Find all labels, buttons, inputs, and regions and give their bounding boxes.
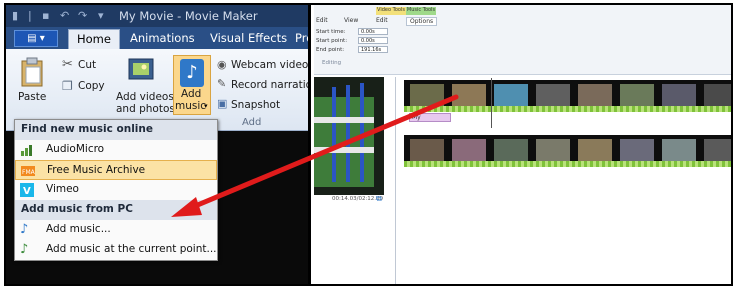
add-music-label-2: music [175, 100, 207, 112]
clip-thumbnail [410, 84, 444, 106]
scissors-icon[interactable]: ✂ [62, 57, 73, 72]
chevron-down-icon: ▾ [204, 102, 208, 110]
field-label-start-point: Start point: [316, 38, 348, 44]
customize-qat-icon[interactable]: ▾ [98, 9, 104, 22]
add-music-dropdown: Find new music online AudioMicro FMA Fre… [14, 119, 218, 261]
clip-thumbnail [662, 139, 696, 161]
menu-item-label: Vimeo [46, 183, 79, 195]
snapshot-icon[interactable]: ▣ [217, 97, 227, 110]
options-ribbon: Video Tools Music Tools Edit View Edit O… [314, 5, 731, 75]
menu-item-label: AudioMicro [46, 143, 105, 155]
tab-edit-truncated[interactable]: Edit [316, 17, 328, 24]
tab-animations[interactable]: Animations [130, 31, 195, 45]
clip-thumbnail [410, 139, 444, 161]
record-narration-button[interactable]: Record narration [231, 79, 308, 91]
menu-item-label: Free Music Archive [47, 164, 146, 176]
clip-thumbnail [620, 84, 654, 106]
clip-thumbnail [578, 139, 612, 161]
context-tab-video-tools: Video Tools [376, 7, 406, 15]
video-clip-strip[interactable] [404, 80, 731, 112]
music-note-icon: ♪ [20, 222, 29, 237]
field-label-end-point: End point: [316, 47, 345, 53]
menu-header-pc: Add music from PC [15, 200, 217, 220]
copy-icon[interactable]: ❐ [62, 79, 73, 93]
menu-item-vimeo[interactable]: V Vimeo [15, 180, 217, 200]
group-label-add: Add [242, 117, 262, 128]
add-music-button[interactable]: ♪ Add music ▾ [173, 55, 211, 115]
paste-button[interactable]: Paste [18, 91, 46, 103]
audiomicro-icon [20, 143, 34, 157]
playhead[interactable] [491, 78, 492, 128]
music-clip[interactable]: My [409, 113, 451, 122]
svg-text:FMA: FMA [22, 169, 35, 176]
video-clip-strip-2[interactable] [404, 135, 731, 167]
clip-thumbnail [452, 139, 486, 161]
timeline-window: Video Tools Music Tools Edit View Edit O… [314, 5, 731, 284]
tab-visual-effects[interactable]: Visual Effects [210, 31, 287, 45]
copy-button[interactable]: Copy [78, 80, 105, 92]
menu-item-label: Add music... [46, 223, 111, 235]
menu-item-add-music-at-point[interactable]: ♪ Add music at the current point... [15, 240, 217, 260]
redo-icon[interactable]: ↷ [78, 9, 87, 22]
fma-icon: FMA [21, 164, 36, 178]
clip-thumbnail [494, 84, 528, 106]
tab-options[interactable]: Options [406, 17, 438, 26]
snapshot-button[interactable]: Snapshot [231, 99, 280, 111]
clip-thumbnail [452, 84, 486, 106]
webcam-icon[interactable]: ◉ [217, 58, 227, 71]
menu-item-free-music-archive[interactable]: FMA Free Music Archive [15, 160, 217, 180]
clip-thumbnail [704, 139, 731, 161]
start-time-input[interactable]: 0.00s [358, 28, 388, 35]
window-title: My Movie - Movie Maker [119, 9, 258, 23]
start-point-input[interactable]: 0.00s [358, 37, 388, 44]
field-label-start-time: Start time: [316, 29, 346, 35]
vimeo-icon: V [20, 183, 34, 197]
paste-icon[interactable] [20, 57, 44, 91]
music-note-point-icon: ♪ [20, 242, 29, 257]
clip-thumbnail [662, 84, 696, 106]
clip-audio-band [404, 161, 731, 167]
pane-divider [395, 77, 396, 284]
clip-audio-band [404, 106, 731, 112]
undo-icon[interactable]: ↶ [60, 9, 69, 22]
menu-item-audiomicro[interactable]: AudioMicro [15, 140, 217, 160]
screenshot-frame: ▮ | ▪ ↶ ↷ ▾ My Movie - Movie Maker ▤ ▾ H… [4, 3, 733, 286]
menu-item-add-music[interactable]: ♪ Add music... [15, 220, 217, 240]
app-icon[interactable]: ▮ [12, 9, 18, 22]
music-note-icon: ♪ [180, 59, 204, 87]
clip-thumbnail [620, 139, 654, 161]
tab-edit[interactable]: Edit [376, 17, 388, 24]
save-icon[interactable]: ▪ [42, 9, 49, 22]
menu-header-online: Find new music online [15, 120, 217, 140]
clip-thumbnail [494, 139, 528, 161]
film-photo-icon[interactable] [128, 57, 154, 85]
cut-button[interactable]: Cut [78, 59, 96, 71]
tab-home[interactable]: Home [68, 29, 120, 49]
tab-project[interactable]: Proj [295, 31, 308, 45]
add-videos-label-2[interactable]: and photos [116, 103, 175, 115]
movie-maker-window: ▮ | ▪ ↶ ↷ ▾ My Movie - Movie Maker ▤ ▾ H… [6, 5, 311, 284]
webcam-video-button[interactable]: Webcam video [231, 59, 308, 71]
add-music-label-1: Add [181, 88, 202, 100]
group-label-editing: Editing [322, 60, 342, 66]
add-videos-label-1[interactable]: Add videos [116, 91, 174, 103]
clip-thumbnail [536, 84, 570, 106]
clip-thumbnail [704, 84, 731, 106]
menu-item-label: Add music at the current point... [46, 243, 217, 255]
clip-thumbnail [578, 84, 612, 106]
title-bar: ▮ | ▪ ↶ ↷ ▾ My Movie - Movie Maker [6, 5, 308, 27]
split-icon[interactable]: ⧉ [376, 194, 382, 204]
tab-view[interactable]: View [344, 17, 358, 24]
file-menu-button[interactable]: ▤ ▾ [14, 30, 58, 47]
context-tab-music-tools: Music Tools [406, 7, 436, 15]
ribbon-tab-bar: ▤ ▾ Home Animations Visual Effects Proj [6, 27, 308, 49]
video-preview[interactable] [314, 77, 384, 195]
clip-thumbnail [536, 139, 570, 161]
separator-icon: | [28, 9, 32, 22]
svg-text:V: V [23, 186, 31, 197]
end-point-input[interactable]: 191.16s [358, 46, 388, 53]
microphone-icon[interactable]: ✎ [217, 77, 226, 90]
